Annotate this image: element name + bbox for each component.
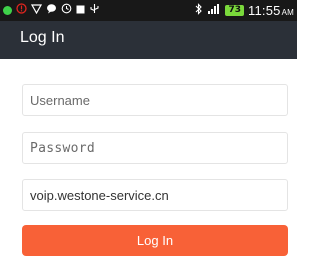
status-bar: 73 11:55AM [0, 0, 297, 21]
bluetooth-icon [194, 3, 203, 18]
clock-time: 11:55 [248, 3, 281, 18]
battery-icon: 73 [225, 5, 245, 16]
login-button[interactable]: Log In [22, 225, 288, 256]
password-field[interactable] [22, 132, 288, 164]
password-input[interactable] [23, 133, 287, 163]
status-bar-left [3, 3, 100, 17]
server-field[interactable] [22, 179, 288, 211]
stop-icon [76, 4, 85, 17]
server-input[interactable] [23, 180, 287, 210]
shield-icon [30, 3, 43, 17]
status-clock: 11:55AM [248, 3, 294, 18]
green-dot-icon [3, 5, 12, 15]
chat-bubble-icon [46, 3, 57, 17]
alert-icon [16, 3, 27, 17]
username-input[interactable] [23, 85, 287, 115]
page-title: Log In [20, 29, 65, 46]
usb-icon [89, 3, 100, 17]
sync-icon [61, 3, 72, 17]
clock-ampm: AM [281, 8, 294, 17]
app-bar: Log In [0, 21, 297, 59]
status-bar-right: 73 11:55AM [194, 3, 294, 18]
signal-icon [207, 3, 221, 18]
username-field[interactable] [22, 84, 288, 116]
